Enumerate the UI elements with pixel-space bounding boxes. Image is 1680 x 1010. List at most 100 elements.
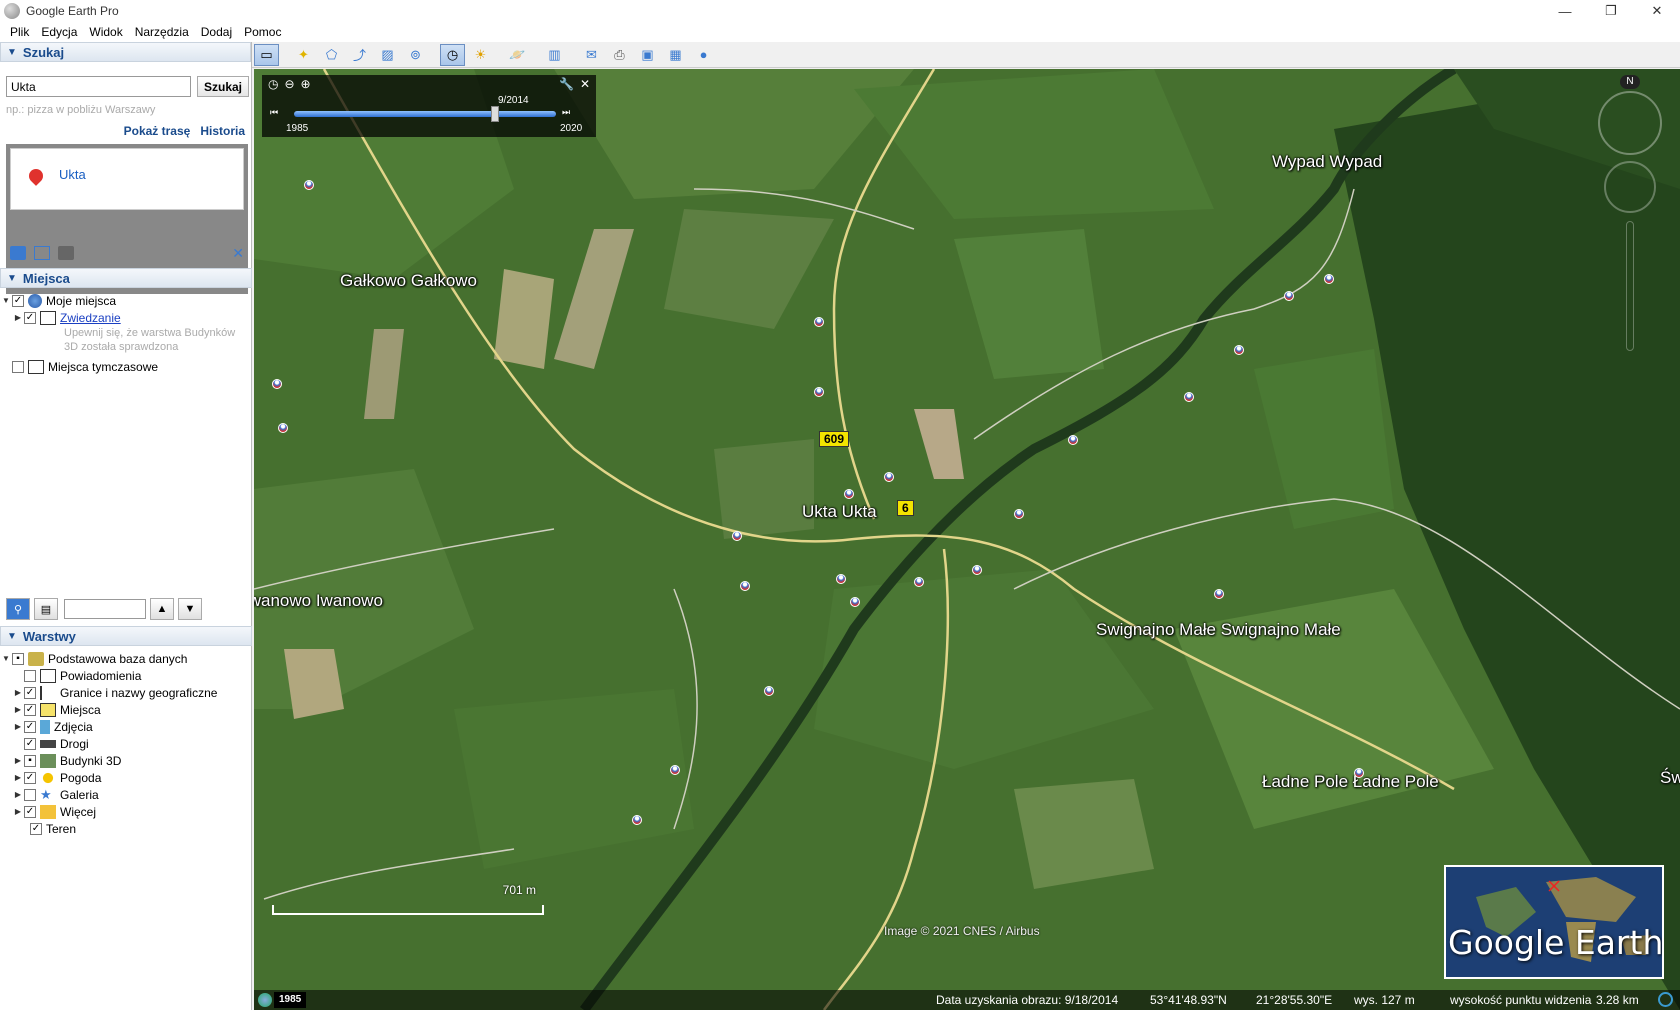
map-view[interactable]: Gałkowo Gałkowo Ukta Ukta Iwanowo Iwanow… [254,69,1680,1010]
places-panel-header[interactable]: ▼ Miejsca [0,268,252,288]
poi-marker[interactable] [1214,589,1224,599]
timeslider-handle[interactable] [490,106,499,122]
wrench-icon[interactable]: 🔧 [559,77,574,91]
poi-marker[interactable] [740,581,750,591]
layer-checkbox[interactable]: ✓ [24,686,36,699]
temporary-places-checkbox[interactable] [12,360,24,373]
tree-item-temporary-places[interactable]: Miejsca tymczasowe [0,358,252,375]
menu-help[interactable]: Pomoc [238,25,287,39]
close-results-icon[interactable]: ✕ [232,245,244,262]
layer-notifications[interactable]: Powiadomienia [0,667,252,684]
expand-arrow-icon[interactable]: ▶ [12,688,24,697]
zoom-slider[interactable] [1626,221,1634,351]
skip-back-icon[interactable]: ⏮ [270,107,278,118]
tree-item-primary-database[interactable]: ▼ ▪ Podstawowa baza danych [0,650,252,667]
poi-marker[interactable] [814,317,824,327]
menu-tools[interactable]: Narzędzia [129,25,195,39]
expand-arrow-icon[interactable]: ▶ [12,773,24,782]
record-tour-button[interactable]: ⊚ [403,44,428,66]
sightseeing-checkbox[interactable]: ✓ [24,311,36,324]
print-button[interactable]: ⎙ [607,44,632,66]
earth-gallery-button[interactable]: ● [691,44,716,66]
move-up-button[interactable]: ▲ [150,598,174,620]
tree-item-sightseeing[interactable]: ▶ ✓ Zwiedzanie [0,309,252,326]
move-down-button[interactable]: ▼ [178,598,202,620]
place-label-wypad[interactable]: Wypad Wypad [1272,152,1382,172]
place-label-iwanowo[interactable]: Iwanowo Iwanowo [254,591,383,611]
close-slider-icon[interactable]: ✕ [580,77,590,91]
panel-toggle-button[interactable]: ▤ [34,598,58,620]
close-button[interactable]: ✕ [1634,0,1680,22]
view-in-maps-button[interactable]: ▦ [663,44,688,66]
primary-database-checkbox[interactable]: ▪ [12,652,24,665]
collapse-arrow-icon[interactable]: ▼ [0,296,12,305]
sidebar-toggle-button[interactable]: ▭ [254,43,279,66]
layer-terrain[interactable]: ✓ Teren [0,820,252,837]
layer-gallery[interactable]: ▶ ★ Galeria [0,786,252,803]
place-label-ladne-pole[interactable]: Ładne Pole Ładne Pole [1262,772,1439,792]
search-layers-button[interactable]: ⚲ [6,598,30,620]
switch-planet-button[interactable]: 🪐 [505,44,530,66]
copy-icon[interactable] [34,246,50,260]
look-joystick[interactable] [1598,91,1662,155]
layer-borders-labels[interactable]: ▶ ✓ Granice i nazwy geograficzne [0,684,252,701]
ruler-button[interactable]: ▥ [542,44,567,66]
history-link[interactable]: Historia [200,124,245,138]
layer-more[interactable]: ▶ ✓ Więcej [0,803,252,820]
layer-weather[interactable]: ▶ ✓ Pogoda [0,769,252,786]
layer-checkbox[interactable]: ✓ [30,822,42,835]
layer-checkbox[interactable] [24,669,36,682]
add-polygon-button[interactable]: ⬠ [319,44,344,66]
timeslider-track[interactable] [294,111,556,117]
poi-marker[interactable] [732,531,742,541]
expand-arrow-icon[interactable]: ▶ [12,807,24,816]
layer-photos[interactable]: ▶ ✓ Zdjęcia [0,718,252,735]
layer-checkbox[interactable]: ▪ [24,754,36,767]
poi-marker[interactable] [850,597,860,607]
poi-marker[interactable] [814,387,824,397]
layer-places[interactable]: ▶ ✓ Miejsca [0,701,252,718]
poi-marker[interactable] [272,379,282,389]
add-path-button[interactable]: ⤴ [347,44,372,66]
my-places-checkbox[interactable]: ✓ [12,294,24,307]
poi-marker[interactable] [914,577,924,587]
menu-add[interactable]: Dodaj [195,25,238,39]
poi-marker[interactable] [1014,509,1024,519]
poi-marker[interactable] [1284,291,1294,301]
poi-marker[interactable] [884,472,894,482]
poi-marker[interactable] [278,423,288,433]
poi-marker[interactable] [670,765,680,775]
add-image-overlay-button[interactable]: ▨ [375,44,400,66]
expand-arrow-icon[interactable]: ▶ [12,705,24,714]
poi-marker[interactable] [972,565,982,575]
layers-panel-header[interactable]: ▼ Warstwy [0,626,252,646]
menu-view[interactable]: Widok [83,25,128,39]
add-folder-icon[interactable] [10,246,26,260]
minimize-button[interactable]: — [1542,0,1588,22]
search-result-label[interactable]: Ukta [59,167,86,182]
zoom-in-time-icon[interactable]: ⊕ [301,77,311,91]
zoom-out-time-icon[interactable]: ⊖ [284,77,294,91]
layer-search-input[interactable] [64,599,146,619]
historical-imagery-button[interactable]: ◷ [440,43,465,66]
place-label-swignajno-male[interactable]: Swignajno Małe Swignajno Małe [1096,620,1341,640]
poi-marker[interactable] [1234,345,1244,355]
compass-north[interactable]: N [1620,75,1640,89]
layer-checkbox[interactable]: ✓ [24,771,36,784]
search-result-item[interactable]: Ukta [10,148,244,210]
expand-arrow-icon[interactable]: ▶ [12,722,24,731]
place-label-galkowo[interactable]: Gałkowo Gałkowo [340,271,477,291]
layer-checkbox[interactable]: ✓ [24,805,36,818]
save-image-button[interactable]: ▣ [635,44,660,66]
menu-file[interactable]: Plik [4,25,35,39]
show-route-link[interactable]: Pokaż trasę [124,124,191,138]
poi-marker[interactable] [1324,274,1334,284]
poi-marker[interactable] [1354,768,1364,778]
layer-checkbox[interactable]: ✓ [24,703,36,716]
layer-checkbox[interactable] [24,788,36,801]
poi-marker[interactable] [1184,392,1194,402]
email-button[interactable]: ✉ [579,44,604,66]
add-placemark-button[interactable]: ✦ [291,44,316,66]
overview-map[interactable]: Google Earth [1444,865,1664,979]
maximize-button[interactable]: ❐ [1588,0,1634,22]
